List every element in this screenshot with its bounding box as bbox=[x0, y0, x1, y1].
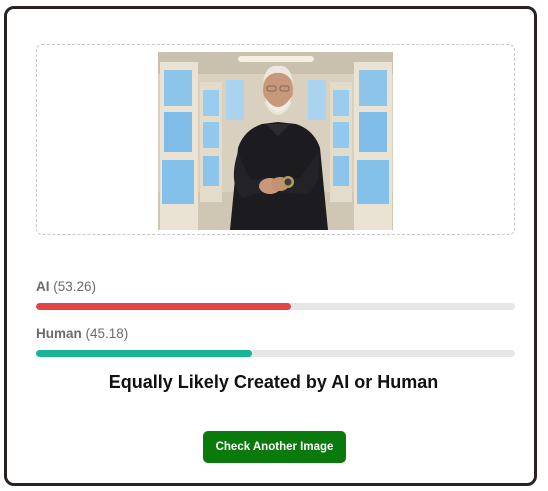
human-score-value: (45.18) bbox=[85, 326, 129, 341]
human-label-text: Human bbox=[36, 326, 82, 341]
uploaded-image bbox=[158, 52, 393, 230]
ai-score-track bbox=[36, 303, 515, 310]
result-card: AI (53.26) Human (45.18) Equally Likely … bbox=[4, 6, 537, 486]
ai-label-text: AI bbox=[36, 279, 50, 294]
verdict-text: Equally Likely Created by AI or Human bbox=[108, 372, 439, 392]
ai-score-label: AI (53.26) bbox=[36, 279, 96, 294]
human-score-fill bbox=[36, 350, 253, 357]
image-dropzone[interactable] bbox=[36, 44, 515, 235]
ai-score-fill bbox=[36, 303, 292, 310]
check-another-image-button[interactable]: Check Another Image bbox=[203, 431, 346, 463]
human-score-track bbox=[36, 350, 515, 357]
ai-score-value: (53.26) bbox=[53, 279, 97, 294]
human-score-label: Human (45.18) bbox=[36, 326, 128, 341]
